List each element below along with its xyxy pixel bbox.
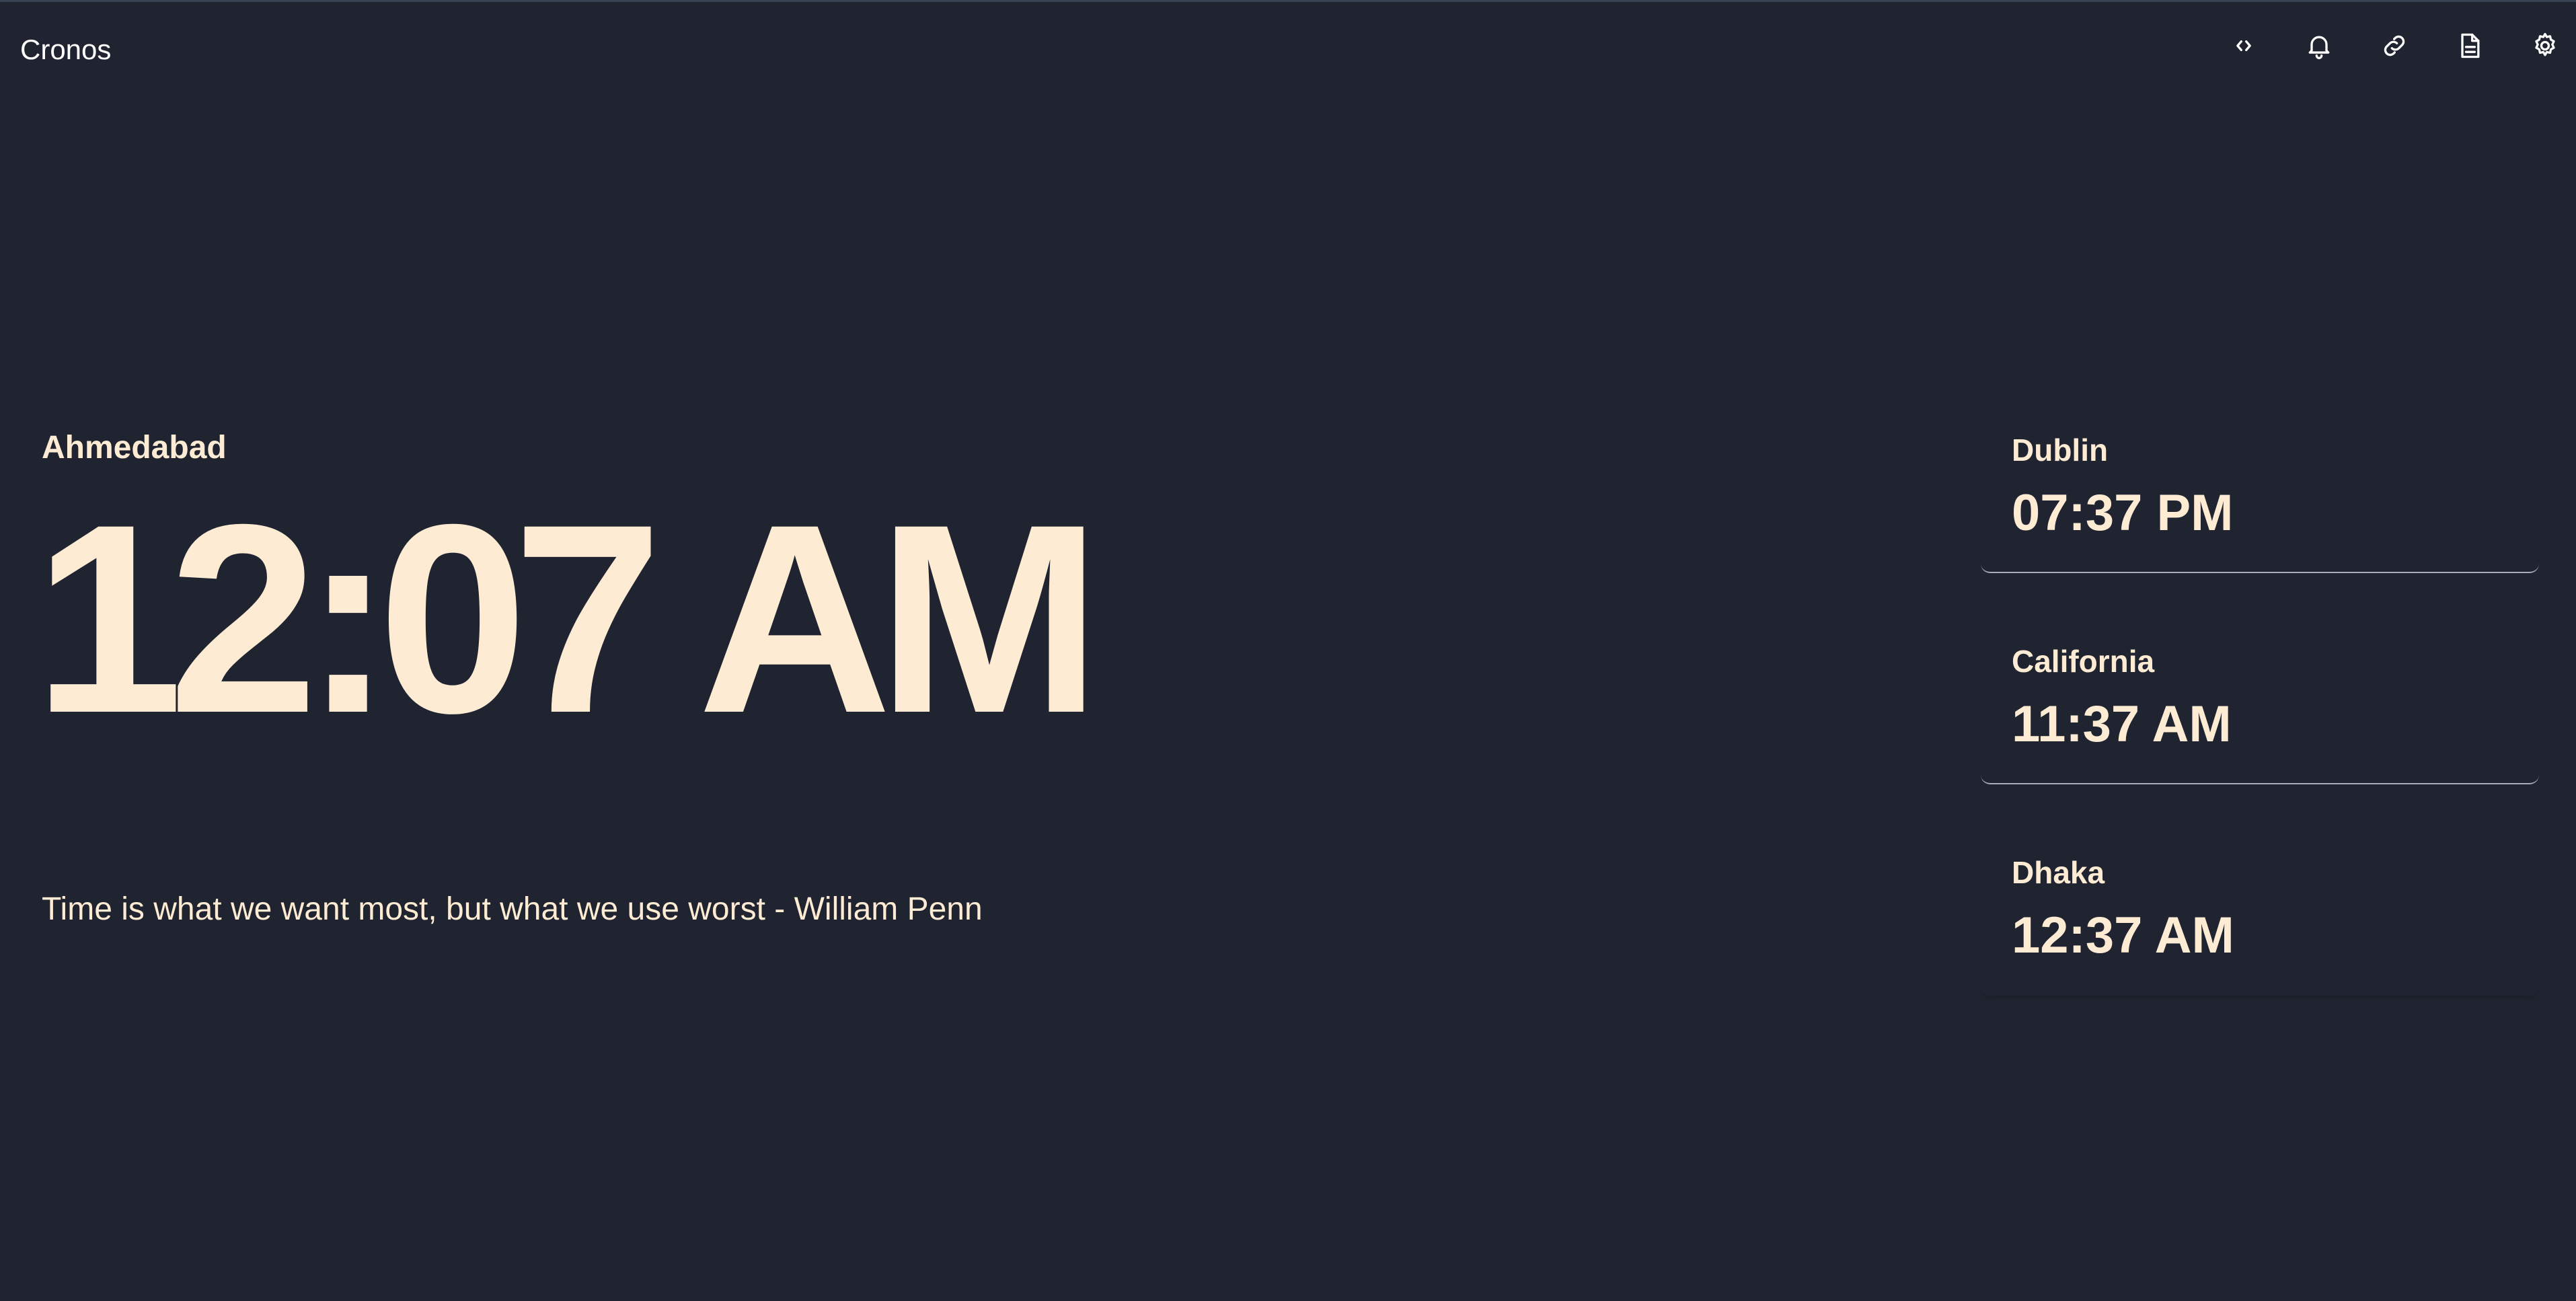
settings-button[interactable] — [2526, 27, 2564, 65]
embed-code-button[interactable] — [2225, 27, 2263, 65]
timezone-time: 07:37 PM — [2012, 484, 2234, 542]
bell-icon — [2308, 36, 2330, 59]
timezone-city: California — [2012, 644, 2155, 679]
timezone-list: Dublin 07:37 PM California 11:37 AM Dhak… — [1981, 417, 2539, 1051]
window-top-border — [0, 0, 2576, 2]
main-clock-time: 12:07 AM — [34, 468, 1101, 769]
timezone-card-dhaka[interactable]: Dhaka 12:37 AM — [1981, 840, 2539, 996]
timezone-time: 11:37 AM — [2012, 696, 2232, 753]
gear-icon — [2535, 32, 2555, 57]
timezone-time: 12:37 AM — [2012, 907, 2234, 964]
main-city-name: Ahmedabad — [42, 430, 227, 466]
code-icon — [2236, 40, 2251, 52]
app-title[interactable]: Cronos — [20, 32, 111, 67]
toolbar — [2225, 27, 2564, 65]
timezone-city: Dhaka — [2012, 855, 2105, 890]
share-link-button[interactable] — [2376, 27, 2413, 65]
timezone-city: Dublin — [2012, 433, 2109, 468]
notifications-button[interactable] — [2300, 27, 2338, 65]
time-quote: Time is what we want most, but what we u… — [42, 891, 983, 927]
document-button[interactable] — [2451, 27, 2489, 65]
document-icon — [2461, 33, 2480, 59]
timezone-card-dublin[interactable]: Dublin 07:37 PM — [1981, 417, 2539, 573]
timezone-card-california[interactable]: California 11:37 AM — [1981, 628, 2539, 784]
link-icon — [2384, 35, 2405, 57]
